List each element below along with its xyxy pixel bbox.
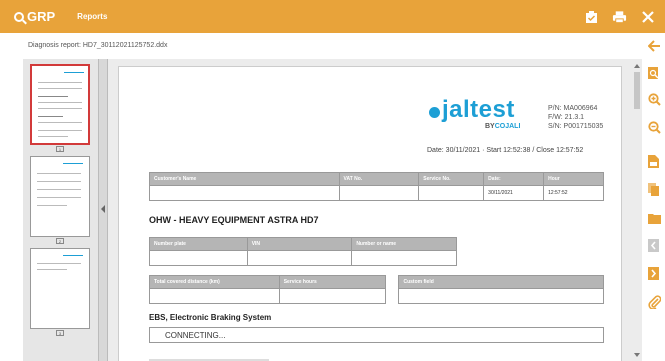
system-title: EBS, Electronic Braking System: [149, 313, 272, 322]
customer-table: Customer's Name VAT No. Service No. Date…: [149, 172, 604, 201]
top-actions: [584, 10, 655, 24]
logo-text: jaltest: [442, 96, 515, 123]
logo-subtitle: BYCOJALI: [485, 123, 521, 130]
header-number-or-name: Number or name: [351, 237, 457, 251]
thumbnail-panel: 1 2 3: [23, 59, 98, 361]
document-viewer[interactable]: jaltest BYCOJALI P/N: MA006964 F/W: 21.3…: [108, 59, 632, 361]
back-arrow-icon[interactable]: [647, 39, 660, 52]
header-vin: VIN: [246, 237, 353, 251]
header-date: Date:: [483, 172, 545, 186]
number-or-name-value: [351, 250, 457, 266]
zoom-in-icon[interactable]: [648, 93, 661, 106]
app-brand[interactable]: GRP: [14, 9, 55, 24]
open-folder-icon[interactable]: [648, 211, 661, 224]
collapse-arrow-icon[interactable]: [101, 205, 105, 213]
next-document-icon[interactable]: [648, 267, 660, 280]
vat-no-value: [338, 185, 420, 201]
save-document-icon[interactable]: [648, 155, 660, 168]
date-value: 30/11/2021: [483, 185, 545, 201]
copy-document-icon[interactable]: [648, 183, 660, 196]
custom-field-value: [398, 288, 604, 304]
scroll-up-icon[interactable]: [634, 64, 640, 68]
report-date-line: Date: 30/11/2021 · Start 12:52:38 / Clos…: [427, 147, 584, 154]
app-name: GRP: [27, 9, 56, 24]
previous-document-icon[interactable]: [648, 239, 660, 252]
page-thumbnail-2[interactable]: [30, 156, 90, 237]
header-vat-no: VAT No.: [338, 172, 420, 186]
page-number-3: 3: [56, 330, 64, 336]
part-number: P/N: MA006964: [548, 105, 598, 112]
connection-status: CONNECTING...: [149, 327, 604, 343]
vertical-scrollbar[interactable]: [632, 59, 642, 361]
zoom-out-icon[interactable]: [648, 121, 661, 134]
vin-value: [246, 250, 353, 266]
page-number-1: 1: [56, 146, 64, 152]
attachment-icon[interactable]: [648, 295, 662, 310]
firmware-version: F/W: 21.3.1: [548, 114, 585, 121]
service-hours-value: [278, 288, 386, 304]
top-bar: GRP Reports: [0, 0, 665, 33]
panel-splitter[interactable]: [98, 59, 108, 361]
header-number-plate: Number plate: [149, 237, 248, 251]
report-page: jaltest BYCOJALI P/N: MA006964 F/W: 21.3…: [118, 66, 622, 361]
close-icon[interactable]: [640, 10, 655, 24]
header-custom-field: Custom field: [398, 275, 604, 289]
section-title: Reports: [77, 12, 108, 21]
page-thumbnail-3[interactable]: [30, 248, 90, 329]
print-icon[interactable]: [612, 10, 627, 24]
report-file-path: Diagnosis report: HD7_30112021125752.ddx: [28, 42, 168, 49]
vehicle-title: OHW - HEAVY EQUIPMENT ASTRA HD7: [149, 215, 319, 225]
header-total-distance: Total covered distance (km): [149, 275, 280, 289]
hour-value: 12:57:52: [543, 185, 604, 201]
jaltest-logo: jaltest: [429, 96, 515, 123]
page-thumbnail-1[interactable]: [30, 64, 90, 145]
zoom-document-icon[interactable]: [648, 67, 660, 79]
header-customer-name: Customer's Name: [149, 172, 340, 186]
number-plate-value: [149, 250, 248, 266]
right-toolbar: [642, 33, 665, 361]
distance-table: Total covered distance (km) Service hour…: [149, 275, 604, 304]
customer-name-value: [149, 185, 340, 201]
clipboard-check-icon[interactable]: [584, 10, 599, 24]
header-hour: Hour: [543, 172, 604, 186]
serial-number: S/N: P001715035: [548, 123, 604, 130]
scroll-down-icon[interactable]: [634, 353, 640, 357]
page-number-2: 2: [56, 238, 64, 244]
search-icon: [14, 11, 24, 22]
vehicle-table: Number plate VIN Number or name: [149, 237, 457, 266]
distance-value: [149, 288, 280, 304]
scroll-thumb[interactable]: [634, 72, 640, 109]
service-no-value: [418, 185, 485, 201]
header-service-no: Service No.: [418, 172, 485, 186]
header-service-hours: Service hours: [278, 275, 386, 289]
logo-dot: [429, 107, 440, 118]
